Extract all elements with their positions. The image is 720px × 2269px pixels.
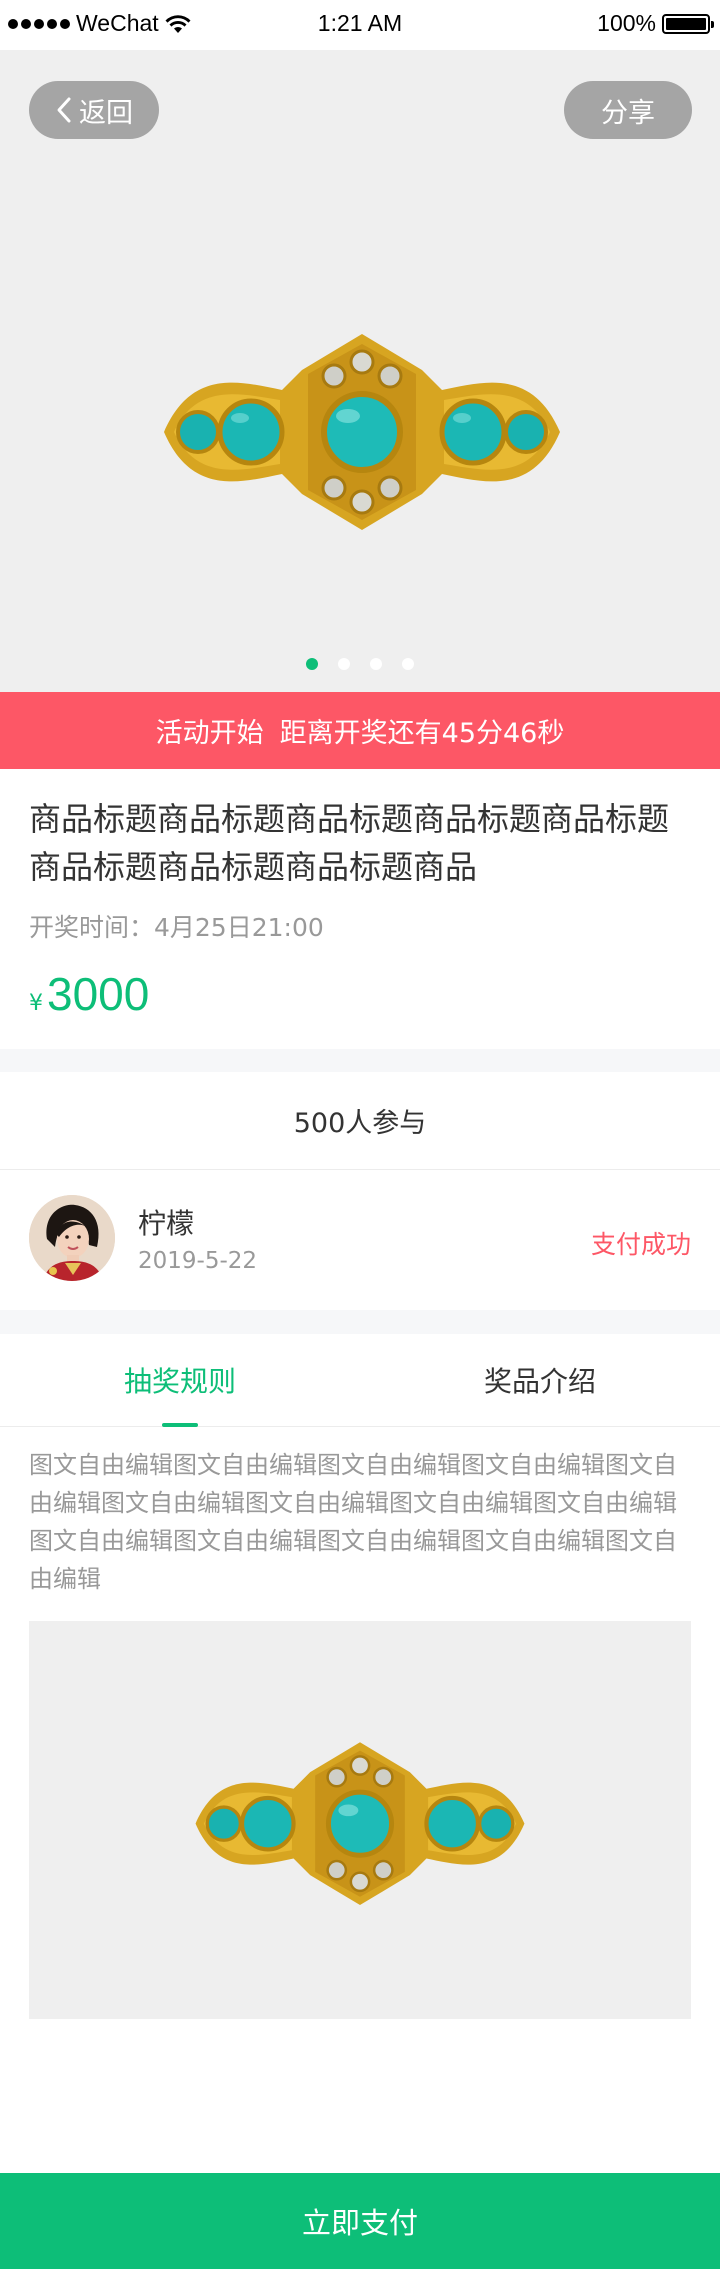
chevron-left-icon	[57, 97, 71, 123]
tab-label: 奖品介绍	[483, 1365, 596, 1398]
carousel-indicator	[0, 658, 720, 670]
carousel-dot[interactable]	[306, 658, 318, 670]
back-label: 返回	[79, 97, 133, 129]
participant-row: 柠檬 2019-5-22 支付成功	[0, 1170, 720, 1310]
tab-label: 抽奖规则	[123, 1365, 236, 1398]
payment-status: 支付成功	[590, 1230, 691, 1259]
battery-percent: 100%	[597, 10, 656, 36]
active-tab-indicator	[162, 1423, 198, 1427]
share-button[interactable]: 分享	[564, 81, 692, 139]
ring-image	[195, 1742, 525, 1906]
ring-graphic	[164, 334, 560, 530]
avatar-image	[29, 1195, 115, 1281]
section-divider	[0, 1310, 720, 1334]
activity-banner: 活动开始 距离开奖还有45分46秒	[0, 692, 720, 769]
avatar	[29, 1195, 115, 1281]
rules-description: 图文自由编辑图文自由编辑图文自由编辑图文自由编辑图文自由编辑图文自由编辑图文自由…	[29, 1451, 677, 1593]
product-carousel[interactable]: 返回 分享	[0, 50, 720, 692]
section-divider	[0, 1049, 720, 1072]
carousel-dot[interactable]	[370, 658, 382, 670]
status-right: 100%	[597, 10, 714, 37]
product-title: 商品标题商品标题商品标题商品标题商品标题商品标题商品标题商品标题商品	[29, 800, 670, 886]
currency-symbol: ¥	[29, 991, 43, 1016]
product-price: ¥ 3000	[29, 967, 149, 1021]
detail-tabs: 抽奖规则 奖品介绍	[0, 1334, 720, 1427]
countdown-text: 距离开奖还有45分46秒	[279, 718, 565, 749]
share-label: 分享	[601, 97, 655, 129]
status-bar: WeChat 1:21 AM 100%	[0, 0, 720, 50]
carousel-dot[interactable]	[338, 658, 350, 670]
app-root: WeChat 1:21 AM 100% 返回 分享 活动开始 距离开奖还有45分…	[0, 0, 720, 2269]
participant-count[interactable]: 500人参与	[0, 1072, 720, 1169]
tab-lottery-rules[interactable]: 抽奖规则	[0, 1334, 360, 1427]
participant-date: 2019-5-22	[138, 1248, 258, 1274]
back-button[interactable]: 返回	[29, 81, 159, 139]
activity-start-label: 活动开始	[155, 718, 264, 749]
detail-image	[29, 1621, 691, 2019]
pay-now-label: 立即支付	[301, 2206, 418, 2240]
pay-now-button[interactable]: 立即支付	[0, 2173, 720, 2269]
tab-prize-intro[interactable]: 奖品介绍	[360, 1334, 720, 1426]
carousel-dot[interactable]	[402, 658, 414, 670]
price-amount: 3000	[47, 968, 150, 1020]
draw-time: 开奖时间：4月25日21:00	[29, 913, 324, 942]
battery-icon	[662, 13, 714, 34]
participant-name: 柠檬	[138, 1207, 195, 1240]
product-image	[164, 334, 560, 530]
